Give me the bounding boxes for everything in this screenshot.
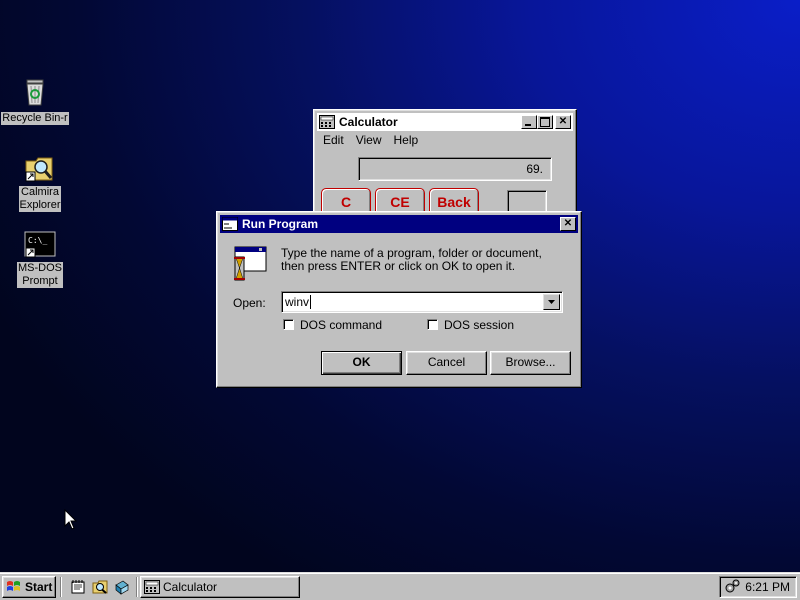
open-input[interactable]: winv [285, 295, 312, 309]
desktop-icon-label: MS-DOS Prompt [17, 262, 63, 288]
clock[interactable]: 6:21 PM [745, 580, 790, 594]
search-icon[interactable] [92, 579, 108, 595]
run-dialog-titlebar[interactable]: Run Program ✕ [220, 215, 578, 233]
minimize-button[interactable] [521, 115, 537, 129]
calculator-icon [319, 115, 335, 129]
calculator-button-label: C [340, 194, 352, 210]
svg-text:C:\_: C:\_ [28, 236, 47, 245]
calculator-icon [144, 580, 160, 594]
dos-command-label[interactable]: DOS command [300, 318, 382, 332]
ok-button[interactable]: OK [321, 351, 402, 375]
menu-view[interactable]: View [350, 132, 388, 150]
desktop-icon-label: Calmira Explorer [18, 186, 62, 212]
cancel-button-label: Cancel [427, 355, 466, 369]
run-program-dialog[interactable]: Run Program ✕ Type the name of a program… [216, 211, 582, 388]
maximize-icon [540, 117, 550, 127]
taskbar-separator [60, 577, 62, 597]
browse-button[interactable]: Browse... [490, 351, 571, 375]
browse-button-label: Browse... [505, 355, 556, 369]
open-label: Open: [233, 296, 266, 310]
dos-prompt-icon: C:\_ [24, 228, 56, 260]
windows-logo-icon [7, 581, 20, 591]
maximize-button[interactable] [537, 115, 553, 129]
calculator-titlebar[interactable]: Calculator ✕ [317, 113, 573, 131]
system-tray: 6:21 PM [719, 576, 797, 598]
help-icon[interactable] [114, 579, 130, 595]
close-icon: ✕ [563, 218, 573, 229]
start-button[interactable]: Start [2, 576, 56, 598]
run-program-icon [222, 217, 238, 231]
dos-session-label[interactable]: DOS session [444, 318, 514, 332]
mouse-cursor-icon [64, 509, 78, 530]
desktop-icon-recycle-bin[interactable]: Recycle Bin-r [0, 76, 70, 125]
taskbar-separator [136, 577, 138, 597]
open-dropdown-button[interactable] [543, 294, 560, 310]
calculator-button-label: Back [437, 194, 471, 210]
ok-button-label: OK [352, 355, 371, 369]
taskbar-calculator-button[interactable]: Calculator [140, 576, 300, 598]
taskbar-task-label: Calculator [163, 580, 218, 594]
run-dialog-title: Run Program [242, 217, 319, 231]
program-hourglass-icon [234, 246, 267, 281]
cancel-button[interactable]: Cancel [406, 351, 487, 375]
close-button[interactable]: ✕ [560, 217, 576, 231]
calculator-display: 69. [358, 157, 552, 181]
desktop-icon-calmira-explorer[interactable]: Calmira Explorer [5, 152, 75, 212]
run-dialog-message-line2: then press ENTER or click on OK to open … [281, 259, 516, 273]
calculator-display-value: 69. [526, 162, 543, 176]
menu-edit[interactable]: Edit [317, 132, 350, 150]
explorer-icon [24, 152, 56, 184]
recycle-bin-icon [19, 76, 51, 108]
desktop-icon-ms-dos-prompt[interactable]: C:\_ MS-DOS Prompt [5, 228, 75, 288]
dos-command-checkbox[interactable] [283, 319, 294, 330]
calculator-button-label: CE [390, 194, 410, 210]
run-dialog-message: Type the name of a program, folder or do… [281, 247, 542, 273]
minimize-icon [525, 124, 531, 126]
menu-help[interactable]: Help [387, 132, 424, 150]
close-icon: ✕ [558, 116, 568, 127]
chevron-down-icon [548, 300, 555, 304]
calculator-title: Calculator [339, 115, 398, 129]
notepad-icon[interactable] [70, 579, 86, 595]
close-button[interactable]: ✕ [555, 115, 571, 129]
dos-session-checkbox[interactable] [427, 319, 438, 330]
start-button-label: Start [25, 580, 53, 594]
calculator-menubar: Edit View Help [317, 132, 424, 150]
open-combobox[interactable]: winv [281, 291, 563, 313]
cogs-icon[interactable] [724, 579, 740, 595]
desktop-icon-label: Recycle Bin-r [1, 112, 69, 125]
taskbar: Start Calculator 6:21 PM [0, 572, 800, 600]
